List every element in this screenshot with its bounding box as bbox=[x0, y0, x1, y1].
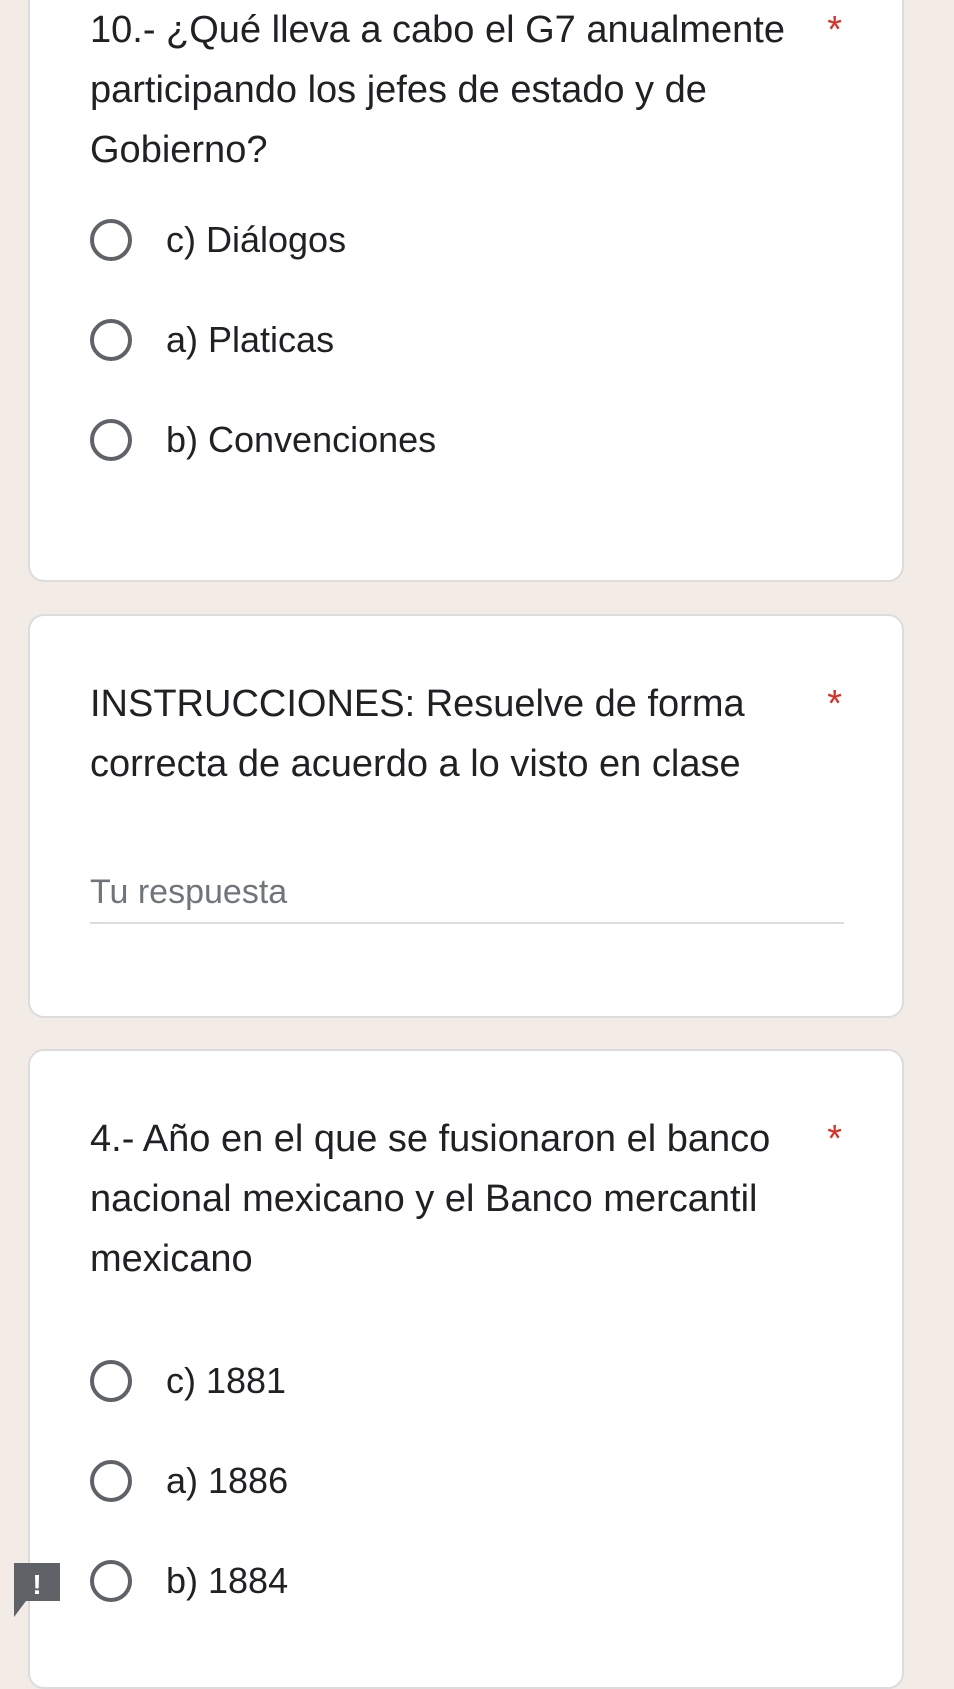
report-symbol: ! bbox=[32, 1569, 41, 1600]
option-label: a) 1886 bbox=[166, 1460, 289, 1501]
required-asterisk: * bbox=[827, 1118, 842, 1160]
radio-option-dialogos[interactable]: c) Diálogos bbox=[90, 210, 346, 270]
required-asterisk: * bbox=[827, 9, 842, 51]
question-card-10: 10.- ¿Qué lleva a cabo el G7 anualmente … bbox=[28, 0, 904, 582]
instructions-card: INSTRUCCIONES: Resuelve de forma correct… bbox=[28, 614, 904, 1018]
radio-option-1886[interactable]: a) 1886 bbox=[90, 1451, 288, 1511]
question-title: 4.- Año en el que se fusionaron el banco… bbox=[90, 1118, 771, 1280]
option-label: c) 1881 bbox=[166, 1360, 287, 1401]
option-label: b) Convenciones bbox=[166, 419, 437, 460]
radio-option-convenciones[interactable]: b) Convenciones bbox=[90, 410, 436, 470]
answer-input[interactable] bbox=[90, 864, 844, 920]
option-label: a) Platicas bbox=[166, 319, 335, 360]
radio-button-icon[interactable] bbox=[90, 319, 132, 361]
report-icon[interactable]: ! bbox=[12, 1561, 62, 1619]
radio-button-icon[interactable] bbox=[90, 419, 132, 461]
radio-option-1884[interactable]: b) 1884 bbox=[90, 1551, 288, 1611]
radio-button-icon[interactable] bbox=[90, 219, 132, 261]
question-title: INSTRUCCIONES: Resuelve de forma correct… bbox=[90, 683, 745, 785]
required-asterisk: * bbox=[827, 683, 842, 725]
answer-field[interactable] bbox=[90, 864, 844, 924]
question-card-4: 4.- Año en el que se fusionaron el banco… bbox=[28, 1049, 904, 1689]
option-label: c) Diálogos bbox=[166, 219, 347, 260]
option-label: b) 1884 bbox=[166, 1560, 289, 1601]
radio-button-icon[interactable] bbox=[90, 1560, 132, 1602]
radio-button-icon[interactable] bbox=[90, 1460, 132, 1502]
radio-option-1881[interactable]: c) 1881 bbox=[90, 1351, 286, 1411]
radio-option-platicas[interactable]: a) Platicas bbox=[90, 310, 334, 370]
radio-button-icon[interactable] bbox=[90, 1360, 132, 1402]
question-title: 10.- ¿Qué lleva a cabo el G7 anualmente … bbox=[90, 9, 785, 171]
